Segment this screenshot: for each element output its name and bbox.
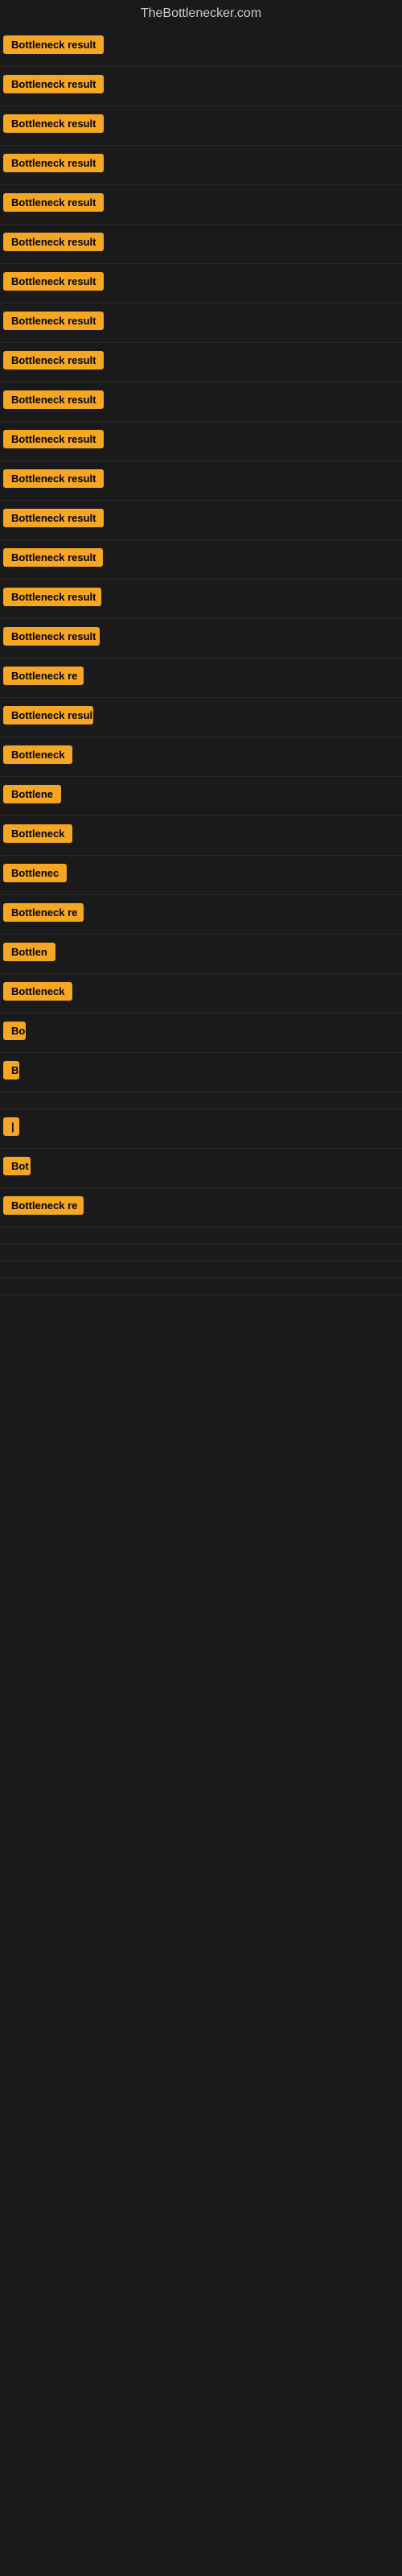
- list-item: Bottleneck: [0, 816, 402, 856]
- list-item: Bottleneck re: [0, 895, 402, 935]
- bottleneck-result-label[interactable]: Bottleneck result: [3, 114, 104, 133]
- bottleneck-result-label[interactable]: Bottleneck result: [3, 548, 103, 567]
- bottleneck-result-label[interactable]: Bottleneck re: [3, 1196, 84, 1215]
- rows-container: Bottleneck result Bottleneck result Bottle…: [0, 27, 402, 1295]
- list-item: [0, 1245, 402, 1261]
- bottleneck-result-label[interactable]: |: [3, 1117, 19, 1136]
- list-item: Bottleneck result: [0, 146, 402, 185]
- list-item: Bottleneck result: [0, 580, 402, 619]
- site-header: TheBottlenecker.com: [0, 0, 402, 27]
- bottleneck-result-label[interactable]: Bottleneck result: [3, 233, 104, 251]
- list-item: Bottleneck result: [0, 382, 402, 422]
- list-item: |: [0, 1109, 402, 1149]
- list-item: Bottleneck: [0, 737, 402, 777]
- list-item: Bottleneck result: [0, 264, 402, 303]
- bottleneck-result-label[interactable]: Bottlenec: [3, 864, 67, 882]
- bottleneck-result-label[interactable]: Bottleneck result: [3, 312, 104, 330]
- bottleneck-result-label[interactable]: Bottleneck result: [3, 469, 104, 488]
- list-item: Bottleneck result: [0, 185, 402, 225]
- bottleneck-result-label[interactable]: Bottleneck: [3, 982, 72, 1001]
- list-item: Bo: [0, 1013, 402, 1053]
- bottleneck-result-label[interactable]: Bottleneck re: [3, 667, 84, 685]
- list-item: Bottleneck re: [0, 658, 402, 698]
- list-item: Bottleneck re: [0, 1188, 402, 1228]
- bottleneck-result-label[interactable]: Bottleneck: [3, 745, 72, 764]
- bottleneck-result-label[interactable]: Bottleneck result: [3, 509, 104, 527]
- list-item: Bottleneck result: [0, 540, 402, 580]
- bottleneck-result-label[interactable]: Bottleneck result: [3, 351, 104, 369]
- list-item: Bottleneck result: [0, 225, 402, 264]
- bottleneck-result-label[interactable]: Bottleneck result: [3, 75, 104, 93]
- list-item: Bottleneck result: [0, 501, 402, 540]
- list-item: Bottleneck result: [0, 27, 402, 67]
- list-item: Bottlenec: [0, 856, 402, 895]
- bottleneck-result-label[interactable]: Bottleneck result: [3, 430, 104, 448]
- list-item: [0, 1278, 402, 1295]
- list-item: Bottleneck: [0, 974, 402, 1013]
- list-item: Bottleneck resul: [0, 698, 402, 737]
- bottleneck-result-label[interactable]: Bottleneck result: [3, 272, 104, 291]
- bottleneck-result-label[interactable]: Bottleneck result: [3, 193, 104, 212]
- bottleneck-result-label[interactable]: B: [3, 1061, 19, 1080]
- list-item: Bottleneck result: [0, 343, 402, 382]
- bottleneck-result-label[interactable]: Bottleneck result: [3, 35, 104, 54]
- bottleneck-result-label[interactable]: Bottlene: [3, 785, 61, 803]
- list-item: [0, 1092, 402, 1109]
- bottleneck-result-label[interactable]: Bottleneck result: [3, 588, 101, 606]
- list-item: Bottlene: [0, 777, 402, 816]
- list-item: Bottleneck result: [0, 106, 402, 146]
- list-item: Bottleneck result: [0, 461, 402, 501]
- list-item: [0, 1228, 402, 1245]
- bottleneck-result-label[interactable]: Bottleneck resul: [3, 706, 93, 724]
- bottleneck-result-label[interactable]: Bottleneck result: [3, 154, 104, 172]
- bottleneck-result-label[interactable]: Bottleneck result: [3, 627, 100, 646]
- list-item: Bottleneck result: [0, 619, 402, 658]
- bottleneck-result-label[interactable]: Bo: [3, 1022, 26, 1040]
- list-item: Bottleneck result: [0, 422, 402, 461]
- list-item: Bottlen: [0, 935, 402, 974]
- bottleneck-result-label[interactable]: Bot: [3, 1157, 31, 1175]
- bottleneck-result-label[interactable]: Bottleneck: [3, 824, 72, 843]
- list-item: Bottleneck result: [0, 67, 402, 106]
- site-title: TheBottlenecker.com: [0, 0, 402, 27]
- list-item: B: [0, 1053, 402, 1092]
- bottleneck-result-label[interactable]: Bottlen: [3, 943, 55, 961]
- list-item: [0, 1261, 402, 1278]
- list-item: Bottleneck result: [0, 303, 402, 343]
- bottleneck-result-label[interactable]: Bottleneck result: [3, 390, 104, 409]
- list-item: Bot: [0, 1149, 402, 1188]
- bottleneck-result-label[interactable]: Bottleneck re: [3, 903, 84, 922]
